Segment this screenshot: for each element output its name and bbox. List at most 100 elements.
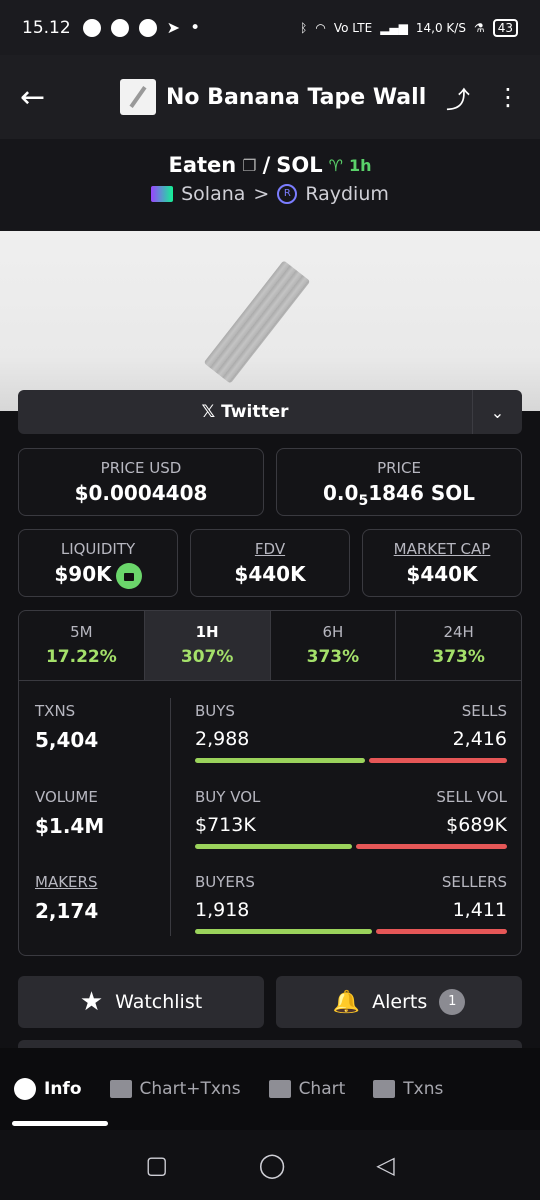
page-title: No Banana Tape Wall xyxy=(120,79,426,115)
chain-breadcrumb: Solana > R Raydium xyxy=(0,183,540,205)
telegram-icon: ➤ xyxy=(166,18,181,37)
sell-vol-label: SELL VOL xyxy=(436,788,507,806)
alerts-count-badge: 1 xyxy=(439,989,466,1015)
txns-value: 5,404 xyxy=(35,728,99,752)
recents-icon[interactable]: ▢ xyxy=(145,1151,168,1179)
buyers-sellers-stat: BUYERS SELLERS 1,918 1,411 xyxy=(195,873,507,934)
token-name: No Banana Tape Wall xyxy=(166,84,427,110)
watchlist-button[interactable]: ★ Watchlist xyxy=(18,976,264,1028)
chevron-right-icon: > xyxy=(253,183,270,205)
nav-chart-txns[interactable]: Chart+Txns xyxy=(96,1079,255,1099)
volume-value: $1.4M xyxy=(35,814,105,838)
pair-age: 1h xyxy=(348,155,372,175)
txns-label: TXNS xyxy=(35,702,76,720)
price-native-zero-count: 5 xyxy=(358,493,369,509)
pair-separator: / xyxy=(262,153,271,177)
token-banner xyxy=(0,231,540,411)
period-tabs: 5M 17.22% 1H 307% 6H 373% 24H 373% xyxy=(19,611,521,681)
buys-sells-stat: BUYS SELLS 2,988 2,416 xyxy=(195,702,507,763)
notification-icons: ➤ • xyxy=(82,17,201,38)
liquidity-value: $90K xyxy=(54,562,112,586)
nav-chart[interactable]: Chart xyxy=(255,1079,360,1099)
twitter-button[interactable]: 𝕏 Twitter xyxy=(18,402,472,422)
next-section-peek xyxy=(18,1040,522,1048)
home-icon[interactable]: ◯ xyxy=(259,1151,286,1179)
nav-txns-label: Txns xyxy=(403,1079,444,1099)
sells-bar xyxy=(369,758,507,763)
system-nav-bar: ▢ ◯ ◁ xyxy=(0,1130,540,1200)
buys-sells-ratio-bar xyxy=(195,758,507,763)
info-icon xyxy=(14,1078,36,1100)
buy-vol-value: $713K xyxy=(195,814,256,836)
period-stats-panel: 5M 17.22% 1H 307% 6H 373% 24H 373% TXNS … xyxy=(18,610,522,956)
fdv-value: $440K xyxy=(234,562,306,586)
tab-label: 5M xyxy=(70,623,93,641)
sellers-value: 1,411 xyxy=(452,899,507,921)
status-time: 15.12 xyxy=(22,17,71,38)
app-bar: ← No Banana Tape Wall ⤴ ⋮ xyxy=(0,55,540,139)
system-icons: ᛒ ◠ Vo LTE ▂▄▆ 14,0 K/S ⚗ 43 xyxy=(300,18,518,37)
share-icon[interactable]: ⤴ xyxy=(446,80,470,115)
quote-token: SOL xyxy=(276,153,323,177)
chevron-down-icon[interactable]: ⌄ xyxy=(472,390,522,434)
sellers-bar xyxy=(376,929,507,934)
buys-value: 2,988 xyxy=(195,728,250,750)
tab-5m[interactable]: 5M 17.22% xyxy=(19,611,145,680)
chain-name[interactable]: Solana xyxy=(181,183,245,205)
nav-chart-txns-label: Chart+Txns xyxy=(139,1079,241,1099)
bluetooth-icon: ᛒ xyxy=(300,20,308,35)
layout-icon xyxy=(109,1080,132,1098)
makers-stat: MAKERS 2,174 xyxy=(35,873,165,923)
bell-icon: 🔔 xyxy=(332,989,361,1015)
stats-divider xyxy=(170,698,171,936)
nav-info[interactable]: Info xyxy=(0,1078,96,1100)
flask-icon: ⚗ xyxy=(473,20,485,35)
status-indicator: • xyxy=(190,17,201,38)
list-icon xyxy=(373,1080,396,1098)
makers-value: 2,174 xyxy=(35,899,99,923)
alerts-button[interactable]: 🔔 Alerts 1 xyxy=(276,976,522,1028)
signal-icon: ▂▄▆ xyxy=(380,20,408,35)
sprout-icon: ♈ xyxy=(328,155,343,175)
market-cap-card: MARKET CAP $440K xyxy=(362,529,522,597)
tape-image xyxy=(203,260,311,384)
makers-label[interactable]: MAKERS xyxy=(35,873,165,891)
price-native-card: PRICE 0.051846 SOL xyxy=(276,448,522,516)
more-vertical-icon[interactable]: ⋮ xyxy=(496,83,520,111)
nav-txns[interactable]: Txns xyxy=(359,1079,457,1099)
fdv-label[interactable]: FDV xyxy=(191,540,349,558)
tab-1h[interactable]: 1H 307% xyxy=(144,611,271,680)
liquidity-card: LIQUIDITY $90K xyxy=(18,529,178,597)
area-chart-icon xyxy=(268,1080,291,1098)
market-cap-label[interactable]: MARKET CAP xyxy=(363,540,521,558)
nav-info-label: Info xyxy=(44,1079,82,1099)
back-triangle-icon[interactable]: ◁ xyxy=(376,1151,394,1179)
copy-icon[interactable]: ❐ xyxy=(242,156,256,175)
price-usd-card: PRICE USD $0.0004408 xyxy=(18,448,264,516)
base-token: Eaten xyxy=(168,153,237,177)
market-cap-value: $440K xyxy=(406,562,478,586)
price-native-label: PRICE xyxy=(377,459,421,477)
tab-24h[interactable]: 24H 373% xyxy=(396,611,521,680)
lock-icon[interactable] xyxy=(115,562,142,589)
dex-name[interactable]: Raydium xyxy=(305,183,389,205)
whatsapp-icon xyxy=(110,18,129,37)
tab-6h[interactable]: 6H 373% xyxy=(271,611,397,680)
buyers-label: BUYERS xyxy=(195,873,255,891)
tab-label: 1H xyxy=(195,623,219,641)
tab-change: 373% xyxy=(306,647,360,667)
tab-change: 373% xyxy=(432,647,485,667)
volume-ratio-bar xyxy=(195,844,507,849)
sellers-label: SELLERS xyxy=(441,873,507,891)
buys-bar xyxy=(195,758,366,763)
buyers-value: 1,918 xyxy=(195,899,250,921)
back-arrow-icon[interactable]: ← xyxy=(20,80,64,115)
volume-stat: VOLUME $1.4M xyxy=(35,788,165,838)
watchlist-label: Watchlist xyxy=(115,991,203,1013)
buy-sell-volume-stat: BUY VOL SELL VOL $713K $689K xyxy=(195,788,507,849)
buyers-bar xyxy=(195,929,373,934)
battery-level: 43 xyxy=(492,18,518,37)
buy-vol-bar xyxy=(195,844,352,849)
price-native-value: 0.051846 SOL xyxy=(277,481,521,509)
network-speed: 14,0 K/S xyxy=(415,20,466,35)
